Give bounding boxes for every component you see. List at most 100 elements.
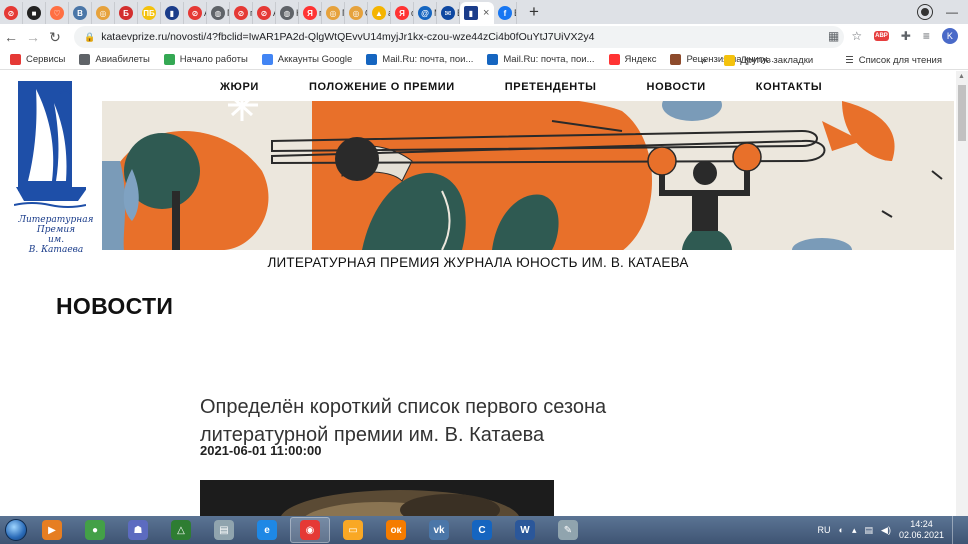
- browser-tab[interactable]: ■: [23, 2, 46, 24]
- browser-tab[interactable]: ⊘Ал: [253, 2, 276, 24]
- logo-caption: Литературная Премия им. В. Катаева: [18, 215, 94, 255]
- media-icon[interactable]: ≡: [923, 29, 930, 43]
- bookmark-star-icon[interactable]: ☆: [851, 29, 862, 43]
- address-bar[interactable]: 🔒 kataevprize.ru/novosti/4?fbclid=IwAR1P…: [74, 26, 844, 48]
- tab-label: Ел: [514, 8, 516, 18]
- bookmark-item[interactable]: Начало работы: [163, 54, 248, 65]
- taskbar-app[interactable]: ●: [75, 517, 115, 543]
- browser-tab[interactable]: Япр: [299, 2, 322, 24]
- profile-avatar[interactable]: K: [941, 28, 958, 44]
- active-browser-tab[interactable]: ▮ ×: [460, 2, 494, 24]
- site-logo[interactable]: Литературная Премия им. В. Катаева: [13, 77, 94, 255]
- reading-list[interactable]: ☰ Список для чтения: [845, 55, 942, 66]
- back-button[interactable]: ←: [0, 29, 22, 45]
- nav-link[interactable]: ЖЮРИ: [220, 81, 259, 93]
- folder-icon: [724, 54, 736, 66]
- clock[interactable]: 14:24 02.06.2021: [899, 519, 944, 541]
- taskbar-app[interactable]: ▤: [204, 517, 244, 543]
- taskbar-app[interactable]: △: [161, 517, 201, 543]
- bookmark-item[interactable]: Аккаунты Google: [261, 54, 352, 65]
- taskbar-app[interactable]: ◉: [290, 517, 330, 543]
- qr-code-icon[interactable]: ▦: [828, 29, 839, 43]
- scroll-thumb[interactable]: [958, 85, 966, 141]
- taskbar-app[interactable]: ▶: [32, 517, 72, 543]
- article-image[interactable]: [200, 480, 554, 516]
- new-tab-button[interactable]: +: [523, 1, 545, 23]
- tab-favicon-icon: ◍: [280, 6, 294, 20]
- page-title: НОВОСТИ: [56, 293, 174, 319]
- taskbar-app[interactable]: ☗: [118, 517, 158, 543]
- minimize-icon[interactable]: —: [946, 5, 958, 19]
- network-icon[interactable]: ▤: [865, 525, 874, 536]
- bookmark-item[interactable]: Яндекс: [608, 54, 656, 65]
- browser-tab[interactable]: ◎Пр: [322, 2, 345, 24]
- extensions-icon[interactable]: ✚: [901, 29, 911, 43]
- browser-tab[interactable]: ◍Но: [276, 2, 299, 24]
- browser-tab[interactable]: ⊘Аф: [184, 2, 207, 24]
- browser-tab[interactable]: ◍По: [207, 2, 230, 24]
- nav-link[interactable]: ПОЛОЖЕНИЕ О ПРЕМИИ: [309, 81, 455, 93]
- bookmark-item[interactable]: Mail.Ru: почта, пои...: [487, 54, 595, 65]
- site-title: ЛИТЕРАТУРНАЯ ПРЕМИЯ ЖУРНАЛА ЮНОСТЬ ИМ. В…: [267, 255, 689, 270]
- language-indicator[interactable]: RU: [818, 525, 831, 535]
- bookmarks-overflow-icon[interactable]: »: [701, 55, 706, 66]
- taskbar-app[interactable]: C: [462, 517, 502, 543]
- taskbar-app-icon: e: [257, 520, 277, 540]
- browser-tab[interactable]: Яса: [391, 2, 414, 24]
- taskbar-app[interactable]: e: [247, 517, 287, 543]
- browser-tab[interactable]: fЕл: [494, 2, 517, 24]
- tab-favicon-icon: Б: [119, 6, 133, 20]
- tab-favicon-icon: Я: [303, 6, 317, 20]
- bookmark-item[interactable]: Mail.Ru: почта, пои...: [366, 54, 473, 65]
- lock-icon[interactable]: 🔒: [84, 32, 95, 43]
- taskbar-app[interactable]: vk: [419, 517, 459, 543]
- tray-expand-icon[interactable]: ▴: [852, 525, 857, 536]
- taskbar-app[interactable]: ▭: [333, 517, 373, 543]
- nav-link[interactable]: НОВОСТИ: [647, 81, 706, 93]
- browser-tab[interactable]: ▲ап: [368, 2, 391, 24]
- browser-tab[interactable]: ♡: [46, 2, 69, 24]
- browser-tab[interactable]: ПБ: [138, 2, 161, 24]
- bookmark-item[interactable]: Сервисы: [10, 54, 65, 65]
- tab-favicon-icon: @: [418, 6, 432, 20]
- tab-favicon-icon: ♡: [50, 6, 64, 20]
- main-nav: ЖЮРИ ПОЛОЖЕНИЕ О ПРЕМИИ ПРЕТЕНДЕНТЫ НОВОСТИ…: [220, 81, 872, 93]
- bookmark-favicon-icon: [163, 54, 175, 65]
- article-title[interactable]: Определён короткий список первого сезона…: [200, 393, 720, 449]
- tab-favicon-icon: Я: [395, 6, 409, 20]
- browser-tab[interactable]: ⊘: [0, 2, 23, 24]
- volume-icon[interactable]: ◀): [881, 525, 891, 536]
- taskbar-app[interactable]: ок: [376, 517, 416, 543]
- close-tab-icon[interactable]: ×: [483, 7, 489, 19]
- browser-tab[interactable]: Б: [115, 2, 138, 24]
- browser-tab[interactable]: @Ма: [414, 2, 437, 24]
- taskbar-app-icon: ▤: [214, 520, 234, 540]
- show-desktop-button[interactable]: [952, 516, 962, 544]
- forward-button[interactable]: →: [22, 29, 44, 45]
- taskbar-app[interactable]: ✎: [548, 517, 588, 543]
- taskbar-app-icon: ок: [386, 520, 406, 540]
- reload-button[interactable]: ↻: [44, 29, 66, 46]
- start-button[interactable]: [0, 516, 32, 544]
- browser-tab[interactable]: ⊘пр: [230, 2, 253, 24]
- other-bookmarks[interactable]: Другие закладки: [724, 54, 813, 66]
- taskbar-app[interactable]: W: [505, 517, 545, 543]
- adblock-icon[interactable]: ABP: [874, 31, 889, 41]
- browser-tab[interactable]: ▮: [161, 2, 184, 24]
- browser-toolbar: ← → ↻ 🔒 kataevprize.ru/novosti/4?fbclid=…: [0, 24, 968, 50]
- taskbar-app-icon: ▭: [343, 520, 363, 540]
- scroll-up-icon[interactable]: ▲: [958, 73, 965, 80]
- record-icon[interactable]: [918, 5, 932, 19]
- browser-tab[interactable]: В: [69, 2, 92, 24]
- browser-tab[interactable]: ◎: [92, 2, 115, 24]
- nav-link[interactable]: КОНТАКТЫ: [756, 81, 822, 93]
- reading-list-icon: ☰: [845, 54, 854, 66]
- tab-favicon-icon: ✉: [441, 6, 455, 20]
- bookmark-item[interactable]: Авиабилеты: [79, 54, 150, 65]
- nav-link[interactable]: ПРЕТЕНДЕНТЫ: [505, 81, 597, 93]
- banner-illustration: [102, 101, 954, 250]
- browser-tab[interactable]: ✉Вх: [437, 2, 460, 24]
- browser-tab[interactable]: ◎Оп: [345, 2, 368, 24]
- tray-app-icon[interactable]: ◐: [839, 525, 844, 535]
- page-scrollbar[interactable]: ▲: [956, 71, 968, 516]
